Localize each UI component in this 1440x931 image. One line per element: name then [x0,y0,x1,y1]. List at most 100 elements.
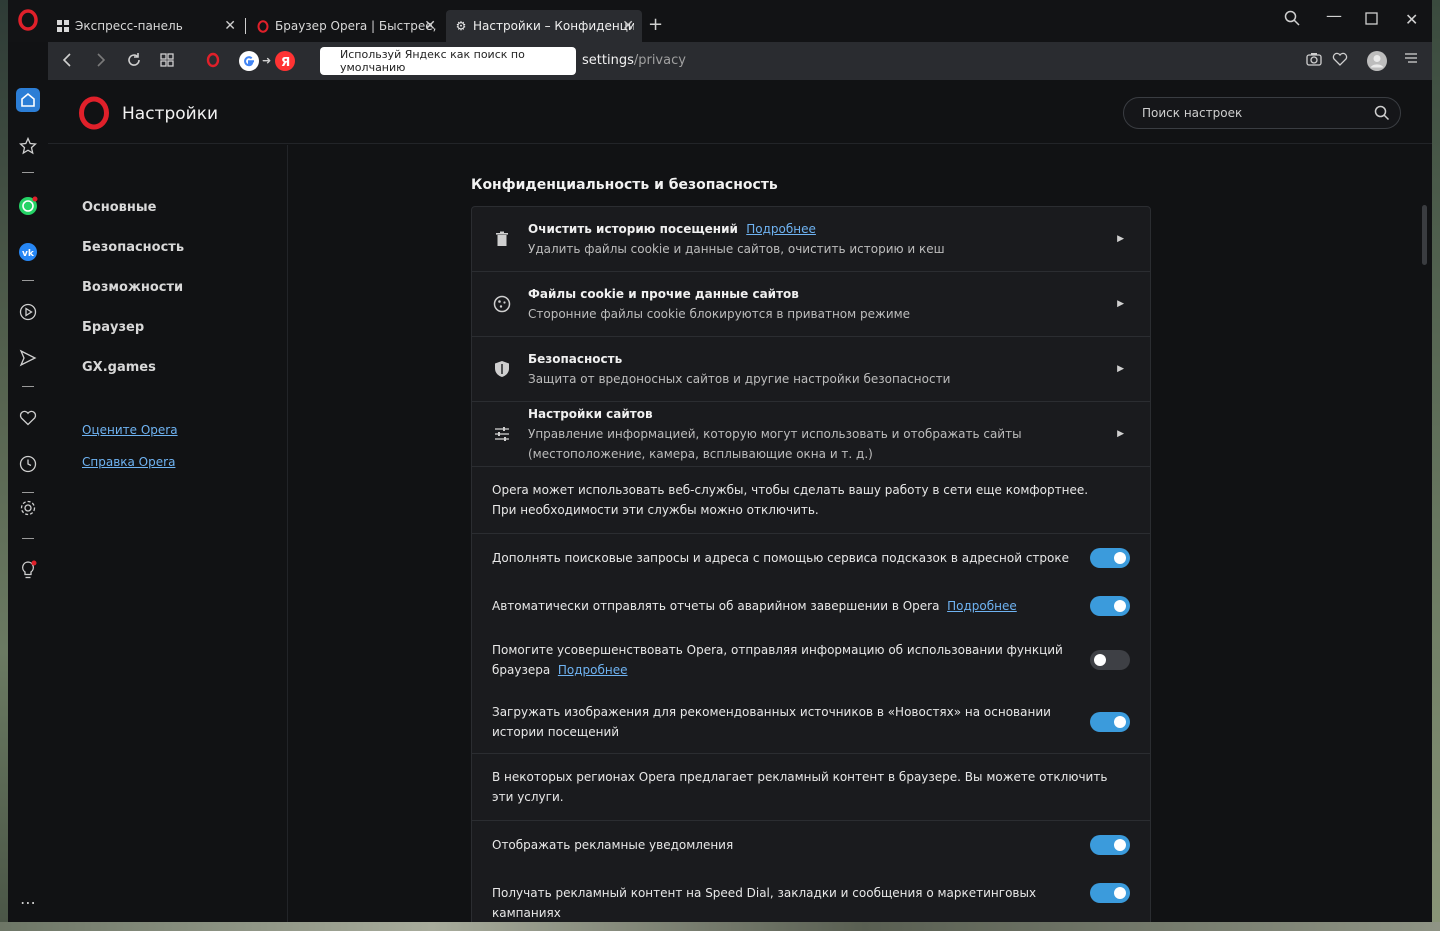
chevron-right-icon: ▶ [1117,299,1124,309]
close-tab-icon[interactable]: ✕ [224,18,236,34]
settings-header: Настройки Поиск настроек [48,80,1432,144]
toggle-row-usage-stats: Помогите усовершенствовать Opera, отправ… [472,630,1150,692]
trash-icon [492,229,512,249]
learn-more-link[interactable]: Подробнее [947,599,1017,613]
toggle-knob [1114,887,1126,899]
opera-help-link[interactable]: Справка Opera [82,455,175,469]
desktop-background-left [0,0,8,931]
address-field[interactable]: Используй Яндекс как поиск по умолчанию … [320,47,1340,75]
tab-search-icon[interactable] [1284,10,1300,30]
rate-opera-link[interactable]: Оцените Opera [82,423,178,437]
tab-settings[interactable]: ⚙ Настройки – Конфиденци ✕ [446,10,642,42]
cookies-row[interactable]: Файлы cookie и прочие данные сайтов Стор… [472,272,1150,337]
nav-item-gx-games[interactable]: GX.games [82,360,156,375]
address-toolbar: ➜ Я Используй Яндекс как поиск по умолча… [48,42,1432,80]
profile-avatar-icon[interactable] [1366,50,1388,76]
security-row[interactable]: Безопасность Защита от вредоносных сайто… [472,337,1150,402]
settings-gear-icon[interactable] [16,496,40,520]
sidebar: vk ⋯ [8,80,48,922]
toggle-row-promo-content: Получать рекламный контент на Speed Dial… [472,869,1150,920]
toggle-row-crash-reports: Автоматически отправлять отчеты об авари… [472,582,1150,630]
nav-item-browser[interactable]: Браузер [82,320,144,335]
chevron-right-icon: ▶ [1117,234,1124,244]
site-settings-row[interactable]: Настройки сайтов Управление информацией,… [472,402,1150,467]
clear-history-title: Очистить историю посещений [528,222,738,236]
row-description: Сторонние файлы cookie блокируются в при… [528,307,911,321]
snapshot-camera-icon[interactable] [1306,52,1322,70]
nav-item-features[interactable]: Возможности [82,280,183,295]
nav-item-basic[interactable]: Основные [82,200,156,215]
svg-text:Я: Я [281,55,290,69]
info-text: В некоторых регионах Opera предлагает ре… [492,770,1108,804]
news-images-toggle[interactable] [1090,712,1130,732]
back-button[interactable] [62,52,72,72]
promo-notifications-toggle[interactable] [1090,835,1130,855]
usage-stats-toggle[interactable] [1090,650,1130,670]
send-icon[interactable] [16,346,40,370]
more-options-icon[interactable]: ⋯ [16,890,40,914]
promo-content-toggle[interactable] [1090,883,1130,903]
url-text[interactable]: settings/privacy [582,53,686,68]
learn-more-link[interactable]: Подробнее [746,222,816,236]
suggest-text: Используй Яндекс как поиск по умолчанию [340,48,525,74]
toggle-label: Автоматически отправлять отчеты об авари… [492,596,1082,616]
page-scrollbar[interactable] [1422,205,1427,265]
bookmark-heart-icon[interactable] [1332,52,1348,70]
nav-item-security[interactable]: Безопасность [82,240,184,255]
toggle-label: Дополнять поисковые запросы и адреса с п… [492,551,1069,565]
sidebar-divider [22,492,34,493]
tab-label: Браузер Opera | Быстрее, [275,19,436,33]
settings-search-input[interactable]: Поиск настроек [1123,97,1401,129]
toggle-knob [1094,654,1106,666]
yandex-default-search-prompt[interactable]: Используй Яндекс как поиск по умолчанию [320,47,576,75]
minimize-button[interactable]: — [1326,6,1342,25]
clear-history-row[interactable]: Очистить историю посещений Подробнее Уда… [472,207,1150,272]
opera-badge-icon[interactable] [206,52,220,72]
tab-bar: Экспресс-панель ✕ Браузер Opera | Быстре… [8,0,1432,42]
chevron-right-icon: ▶ [1117,429,1124,439]
new-tab-button[interactable]: + [648,14,663,35]
vk-icon[interactable]: vk [16,240,40,264]
search-icon [1374,105,1390,124]
search-suggestions-toggle[interactable] [1090,548,1130,568]
tab-speed-dial[interactable]: Экспресс-панель ✕ [48,10,244,42]
opera-logo [79,96,109,130]
close-tab-icon[interactable]: ✕ [622,18,634,34]
settings-content: Конфиденциальность и безопасность Очисти… [471,145,1151,922]
tab-overview-icon[interactable] [160,52,174,71]
learn-more-link[interactable]: Подробнее [558,663,628,677]
maximize-button[interactable] [1365,10,1378,29]
shield-icon [492,359,512,379]
easy-setup-menu-icon[interactable] [1404,52,1418,68]
toggle-label: Помогите усовершенствовать Opera, отправ… [492,640,1082,680]
tab-opera-site[interactable]: Браузер Opera | Быстрее, ✕ [248,10,444,42]
lightbulb-icon[interactable] [16,558,40,582]
close-tab-icon[interactable]: ✕ [424,18,436,34]
svg-text:vk: vk [22,249,35,259]
desktop-background-bottom [0,922,1440,931]
web-services-info: Opera может использовать веб-службы, что… [472,467,1150,534]
whatsapp-icon[interactable] [16,194,40,218]
reload-button[interactable] [126,52,142,72]
tab-label: Экспресс-панель [75,19,183,33]
toggle-row-promo-notifications: Отображать рекламные уведомления [472,821,1150,869]
star-icon[interactable] [16,134,40,158]
crash-reports-toggle[interactable] [1090,596,1130,616]
heart-icon[interactable] [16,406,40,430]
forward-button[interactable] [96,52,106,72]
home-icon[interactable] [16,88,40,112]
toggle-row-news-images: Загружать изображения для рекомендованны… [472,692,1150,754]
gear-icon: ⚙ [455,19,467,33]
row-description: Удалить файлы cookie и данные сайтов, оч… [528,242,945,256]
player-icon[interactable] [16,300,40,324]
history-clock-icon[interactable] [16,452,40,476]
sidebar-divider [22,386,34,387]
info-text: Opera может использовать веб-службы, что… [492,483,1089,517]
close-window-button[interactable]: ✕ [1405,10,1418,29]
toggle-knob [1114,839,1126,851]
opera-menu-icon[interactable] [18,9,38,31]
browser-window: Экспресс-панель ✕ Браузер Opera | Быстре… [8,0,1432,922]
row-title: Файлы cookie и прочие данные сайтов [528,287,799,301]
settings-page: Настройки Поиск настроек Основные Безопа… [48,80,1432,922]
settings-nav: Основные Безопасность Возможности Браузе… [48,145,288,922]
